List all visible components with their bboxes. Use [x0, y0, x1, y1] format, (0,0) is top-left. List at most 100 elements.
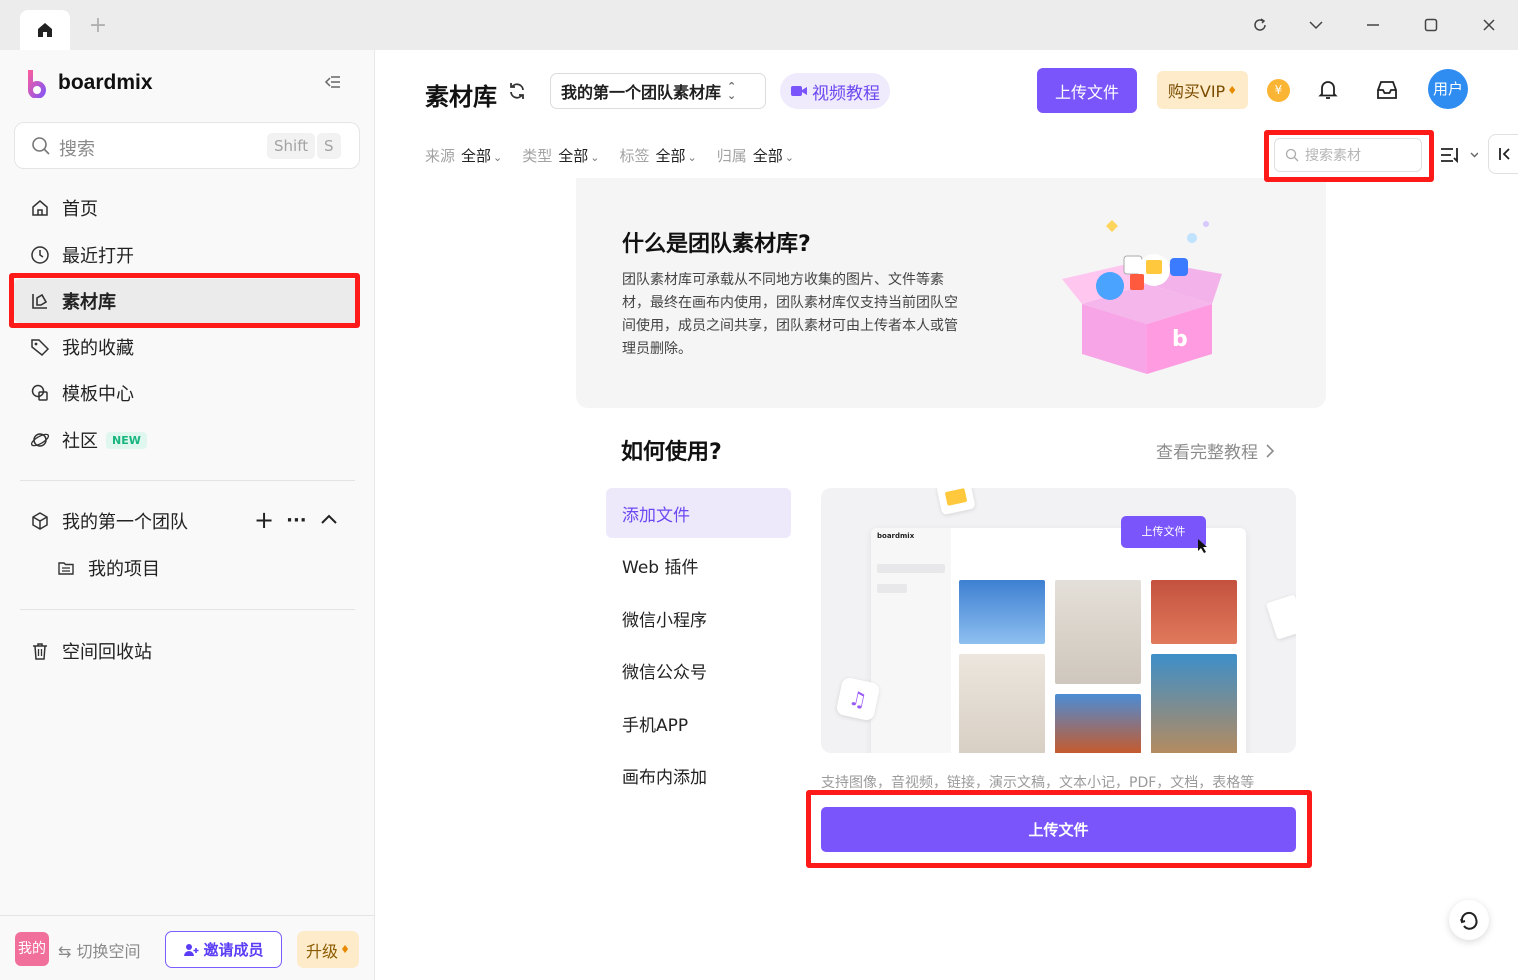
upload-file-button[interactable]: 上传文件	[1037, 68, 1137, 113]
updown-icon: ⌃ ⌄	[727, 80, 737, 102]
chevron-down-icon: ⌄	[493, 151, 503, 164]
window-titlebar: +	[0, 0, 1518, 50]
preview-window: boardmix	[871, 528, 1246, 753]
upgrade-button[interactable]: 升级 ♦	[297, 931, 359, 968]
sidebar-item-home[interactable]: 首页	[14, 186, 360, 230]
highlight-box	[806, 790, 1312, 868]
sidebar-item-trash[interactable]: 空间回收站	[14, 629, 360, 673]
filter-source[interactable]: 来源 全部 ⌄	[425, 145, 502, 166]
filter-type[interactable]: 类型 全部 ⌄	[522, 145, 599, 166]
intro-title: 什么是团队素材库?	[622, 232, 811, 257]
howto-item-add-file[interactable]: 添加文件	[606, 488, 791, 538]
team-item[interactable]: 我的第一个团队	[14, 499, 244, 543]
bell-icon[interactable]	[1316, 77, 1340, 105]
intro-description: 团队素材库可承载从不同地方收集的图片、文件等素材，最终在画布内使用，团队素材库仅…	[622, 272, 958, 357]
cursor-icon	[1198, 539, 1207, 553]
boardmix-logo-icon	[28, 70, 46, 98]
refresh-icon[interactable]	[507, 81, 527, 105]
new-tab-button[interactable]: +	[86, 14, 110, 38]
invite-label: 邀请成员	[203, 941, 264, 959]
sidebar: boardmix 搜索 Shift S 首页 最近打开 素材库 我的收藏 模板中…	[0, 50, 375, 980]
buy-vip-button[interactable]: 购买VIP ♦	[1157, 71, 1248, 109]
home-tab[interactable]	[20, 10, 70, 50]
sidebar-divider	[20, 480, 355, 481]
add-icon[interactable]: +	[254, 506, 274, 534]
supported-formats-text: 支持图像，音视频，链接，演示文稿，文本小记，PDF，文档，表格等	[821, 775, 1255, 791]
minimize-icon[interactable]	[1362, 14, 1384, 36]
preview-photo-sky	[959, 580, 1045, 644]
shortcut-s: S	[317, 133, 341, 159]
library-select[interactable]: 我的第一个团队素材库 ⌃ ⌄	[550, 73, 766, 109]
preview-photo-skater	[1055, 580, 1141, 684]
howto-item-canvas-add[interactable]: 画布内添加	[606, 751, 791, 801]
howto-list: 添加文件 Web 插件 微信小程序 微信公众号 手机APP 画布内添加	[606, 488, 791, 803]
chevron-up-icon[interactable]	[319, 510, 339, 530]
chevron-right-icon	[1266, 443, 1275, 458]
home-icon	[38, 23, 52, 37]
user-avatar[interactable]: 用户	[1428, 69, 1468, 109]
collapse-sidebar-icon[interactable]	[322, 72, 342, 96]
full-tutorial-label: 查看完整教程	[1156, 443, 1258, 463]
trash-icon	[28, 639, 52, 663]
inbox-icon[interactable]	[1375, 78, 1399, 106]
switch-space-label: 切换空间	[76, 942, 141, 961]
full-tutorial-link[interactable]: 查看完整教程	[1156, 438, 1276, 463]
library-select-value: 我的第一个团队素材库	[561, 83, 722, 102]
switch-icon: ⇆	[58, 942, 72, 961]
clock-icon	[28, 243, 52, 267]
new-badge: NEW	[106, 431, 147, 449]
filter-tag[interactable]: 标签 全部 ⌄	[620, 145, 697, 166]
sidebar-search[interactable]: 搜索 Shift S	[14, 122, 360, 169]
howto-item-wechat-official[interactable]: 微信公众号	[606, 646, 791, 696]
boardmix-logo[interactable]: boardmix	[24, 68, 153, 98]
howto-item-mobile-app[interactable]: 手机APP	[606, 698, 791, 748]
preview-photo-leaves	[1055, 694, 1141, 753]
chevron-down-icon: ⌄	[687, 151, 697, 164]
invite-members-button[interactable]: 邀请成员	[165, 931, 282, 968]
more-icon[interactable]: ···	[286, 510, 307, 531]
preview-upload-button: 上传文件	[1121, 516, 1206, 548]
howto-item-wechat-miniprogram[interactable]: 微信小程序	[606, 593, 791, 643]
expand-panel-button[interactable]	[1488, 134, 1518, 174]
music-file-icon: ♫	[835, 676, 881, 722]
sidebar-item-label: 社区	[62, 431, 98, 452]
video-tutorial-button[interactable]: 视频教程	[780, 73, 890, 109]
sort-icon[interactable]	[1440, 145, 1479, 169]
svg-text:b: b	[1172, 327, 1188, 352]
search-placeholder: 搜索	[59, 139, 95, 160]
maximize-icon[interactable]	[1420, 14, 1442, 36]
preview-logo: boardmix	[877, 532, 915, 540]
filter-owner[interactable]: 归属 全部 ⌄	[717, 145, 794, 166]
sidebar-item-favorites[interactable]: 我的收藏	[14, 325, 360, 369]
sidebar-item-recent[interactable]: 最近打开	[14, 233, 360, 277]
chevron-down-icon[interactable]	[1305, 14, 1327, 36]
space-avatar[interactable]: 我的	[15, 932, 49, 966]
team-name: 我的第一个团队	[62, 512, 188, 533]
howto-item-web-plugin[interactable]: Web 插件	[606, 541, 791, 591]
document-file-icon	[1265, 594, 1296, 640]
video-tutorial-label: 视频教程	[812, 83, 880, 104]
sidebar-item-label: 空间回收站	[62, 642, 152, 663]
logo-text: boardmix	[58, 71, 153, 94]
preview-photo-red	[1151, 580, 1237, 644]
preview-skeleton	[877, 584, 907, 593]
home-icon	[28, 196, 52, 220]
preview-sidebar	[871, 528, 951, 753]
sidebar-item-community[interactable]: 社区 NEW	[14, 418, 360, 462]
template-icon	[28, 381, 52, 405]
support-button[interactable]	[1449, 900, 1489, 940]
reload-icon[interactable]	[1249, 14, 1271, 36]
preview-photo-curly	[1151, 654, 1237, 753]
filter-bar: 来源 全部 ⌄ 类型 全部 ⌄ 标签 全部 ⌄ 归属 全部 ⌄	[425, 145, 794, 166]
upgrade-label: 升级	[306, 941, 339, 961]
video-icon	[791, 86, 807, 96]
chevron-left-bar-icon	[1498, 148, 1510, 160]
sidebar-divider	[20, 609, 355, 610]
sidebar-item-templates[interactable]: 模板中心	[14, 371, 360, 415]
close-icon[interactable]	[1478, 14, 1500, 36]
switch-space-button[interactable]: ⇆ 切换空间	[58, 938, 141, 962]
sidebar-item-project[interactable]: 我的项目	[40, 546, 360, 590]
coin-icon[interactable]: ¥	[1267, 79, 1290, 102]
sidebar-footer: 我的 ⇆ 切换空间 邀请成员 升级 ♦	[0, 915, 375, 980]
sidebar-item-label: 模板中心	[62, 384, 134, 405]
